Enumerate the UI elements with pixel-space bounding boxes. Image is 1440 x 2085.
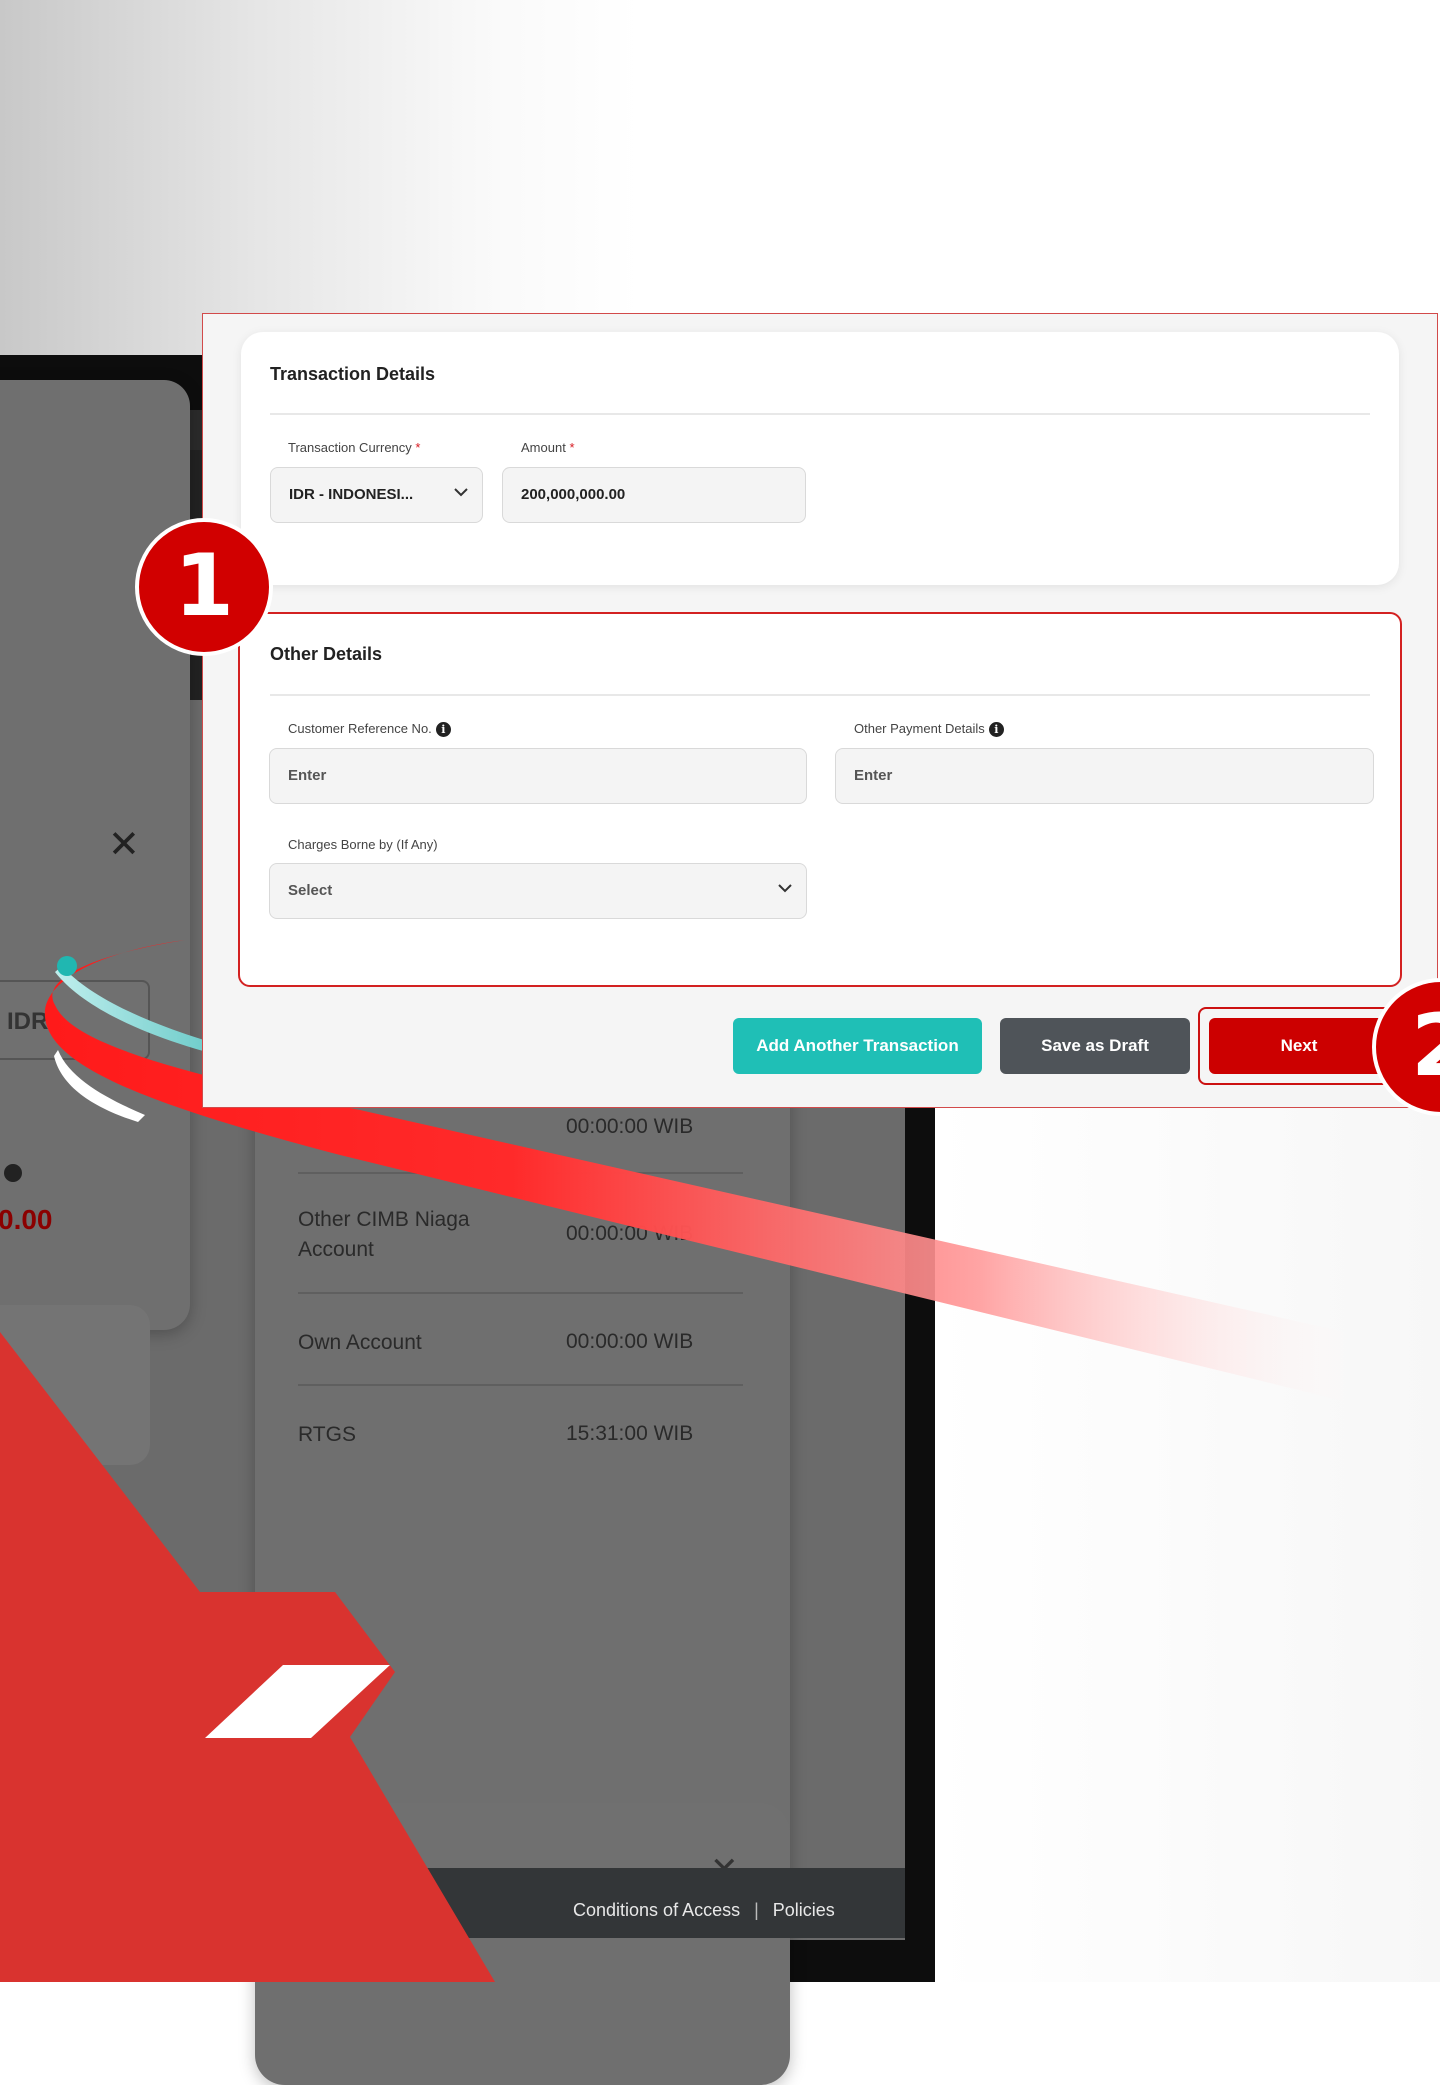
save-as-draft-button[interactable]: Save as Draft (1000, 1018, 1190, 1074)
add-another-transaction-button[interactable]: Add Another Transaction (733, 1018, 982, 1074)
other-details-title: Other Details (270, 644, 383, 664)
other-payment-details-placeholder: Enter (854, 767, 893, 784)
section-divider (270, 413, 1370, 415)
footer-links: Conditions of Access | Policies (573, 1900, 835, 1921)
other-payment-details-input[interactable]: Enter (835, 748, 1374, 804)
customer-reference-label-text: Customer Reference No. (288, 721, 432, 736)
customer-reference-label: Customer Reference No. i (288, 721, 451, 738)
chevron-down-icon (778, 864, 792, 893)
customer-reference-placeholder: Enter (288, 767, 327, 784)
step-badge-1: 1 (135, 518, 273, 656)
chevron-down-icon (454, 468, 468, 497)
background-cutoff-time: 15:31:00 WIB (566, 1422, 694, 1445)
footer-separator: | (754, 1900, 759, 1920)
amount-value: 200,000,000.00 (521, 486, 626, 503)
required-mark: * (569, 440, 575, 455)
info-icon[interactable]: i (435, 722, 451, 738)
charges-borne-value: Select (288, 882, 333, 899)
currency-label-text: Transaction Currency (288, 440, 412, 455)
next-button[interactable]: Next (1209, 1018, 1389, 1074)
other-details-card: Other Details Customer Reference No. i En… (238, 612, 1402, 987)
other-payment-details-label: Other Payment Details i (854, 721, 1004, 738)
close-icon: ✕ (108, 824, 140, 866)
required-mark: * (415, 440, 421, 455)
amount-label-text: Amount (521, 440, 566, 455)
amount-input[interactable]: 200,000,000.00 (502, 467, 806, 523)
policies-link: Policies (772, 1900, 835, 1920)
transaction-details-title: Transaction Details (270, 364, 436, 384)
currency-label: Transaction Currency * (288, 440, 420, 455)
charges-borne-select[interactable]: Select (269, 863, 807, 919)
amount-label: Amount * (521, 440, 575, 455)
info-icon[interactable]: i (988, 722, 1004, 738)
currency-select-value: IDR - INDONESI... (289, 486, 414, 503)
transaction-details-card: Transaction Details Transaction Currency… (241, 332, 1399, 585)
transaction-form-panel: Transaction Details Transaction Currency… (202, 313, 1440, 1108)
customer-reference-input[interactable]: Enter (269, 748, 807, 804)
conditions-link: Conditions of Access (573, 1900, 741, 1920)
charges-borne-label: Charges Borne by (If Any) (288, 837, 438, 852)
other-payment-details-label-text: Other Payment Details (854, 721, 985, 736)
currency-select[interactable]: IDR - INDONESI... (270, 467, 483, 523)
section-divider (270, 694, 1370, 696)
background-cutoff-label: RTGS (298, 1423, 356, 1446)
